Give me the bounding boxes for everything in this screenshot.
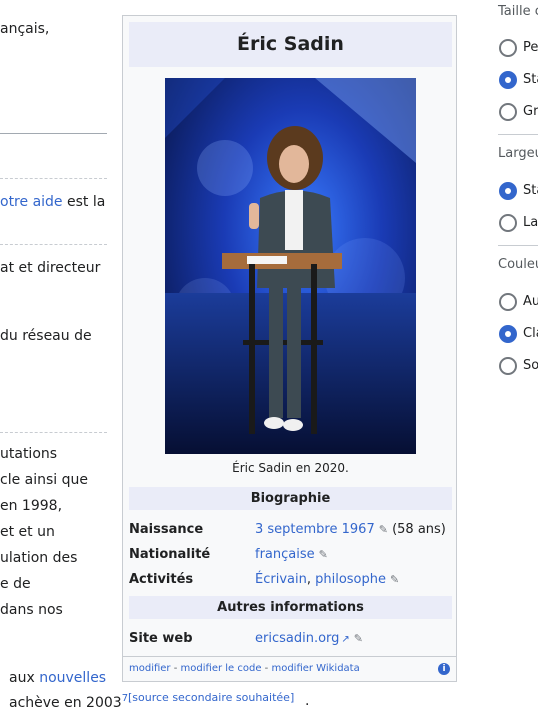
appearance-panel: Taille c Pe Sta Gr Largeu Sta La Couleu … (493, 0, 538, 714)
infobox-footer: modifier - modifier le code - modifier W… (123, 656, 456, 681)
pencil-icon[interactable]: ✎ (319, 548, 328, 561)
radio-button[interactable] (499, 214, 517, 232)
article-text: aux nouvelles (9, 670, 107, 686)
article-text: du réseau de (0, 328, 92, 344)
radio-button[interactable] (499, 39, 517, 57)
radio-button[interactable] (499, 103, 517, 121)
radio-button-selected[interactable] (499, 71, 517, 89)
naissance-value: 3 septembre 1967 ✎ (58 ans) (255, 522, 446, 537)
article-text: ançais, (0, 21, 50, 37)
article-text: en 1998, (0, 498, 63, 514)
divider (0, 244, 107, 245)
infobox: Éric Sadin Éric Sadin en 2020. Biographi… (122, 15, 457, 682)
modifier-code-link[interactable]: modifier le code (181, 663, 262, 674)
modifier-link[interactable]: modifier (129, 663, 171, 674)
couleur-heading: Couleu (498, 257, 538, 272)
panel-divider (498, 245, 538, 246)
section-divider (0, 133, 107, 134)
article-last-line: achève en 20037, [source secondaire souh… (9, 691, 310, 711)
section-header-biographie: Biographie (129, 487, 452, 510)
photo-caption: Éric Sadin en 2020. (232, 461, 349, 475)
aide-link[interactable]: otre aide (0, 194, 63, 210)
article-text: ulation des (0, 550, 78, 566)
largeur-heading: Largeu (498, 146, 538, 161)
infobox-title: Éric Sadin (129, 22, 452, 67)
radio-button[interactable] (499, 357, 517, 375)
article-text: dans nos (0, 602, 63, 618)
nationalite-label: Nationalité (129, 547, 211, 562)
philosophe-link[interactable]: philosophe (315, 572, 386, 587)
ecrivain-link[interactable]: Écrivain (255, 572, 307, 587)
birthdate-link[interactable]: 3 septembre 1967 (255, 522, 375, 537)
panel-divider (498, 134, 538, 135)
external-link-icon: ↗ (341, 634, 350, 645)
article-text: cle ainsi que (0, 472, 88, 488)
row-activites: Activités Écrivain, philosophe ✎ (129, 569, 452, 591)
activites-label: Activités (129, 572, 194, 587)
portrait-image (165, 78, 416, 454)
site-value: ericsadin.org ↗ ✎ (255, 628, 363, 651)
radio-button[interactable] (499, 293, 517, 311)
site-label: Site web (129, 631, 193, 646)
activites-value: Écrivain, philosophe ✎ (255, 572, 400, 587)
row-nationalite: Nationalité française ✎ (129, 544, 452, 566)
pencil-icon[interactable]: ✎ (390, 573, 399, 586)
divider (0, 432, 107, 433)
divider (0, 178, 107, 179)
pencil-icon[interactable]: ✎ (379, 523, 388, 536)
naissance-label: Naissance (129, 522, 204, 537)
article-text: et et un (0, 524, 55, 540)
infobox-photo[interactable] (165, 78, 416, 454)
row-site-web: Site web ericsadin.org ↗ ✎ (129, 628, 452, 650)
modifier-wikidata-link[interactable]: modifier Wikidata (271, 663, 359, 674)
source-needed-link[interactable]: [source secondaire souhaitée] (128, 691, 294, 704)
article-text: otre aide est la (0, 194, 106, 210)
article-body: ançais, otre aide est la at et directeur… (0, 0, 108, 714)
radio-button-selected[interactable] (499, 325, 517, 343)
taille-heading: Taille c (498, 4, 538, 19)
article-text: e de (0, 576, 31, 592)
info-icon[interactable]: i (438, 663, 450, 675)
website-link[interactable]: ericsadin.org (255, 631, 339, 646)
row-naissance: Naissance 3 septembre 1967 ✎ (58 ans) (129, 519, 452, 541)
article-text: utations (0, 446, 58, 462)
section-header-autres: Autres informations (129, 596, 452, 619)
nationalite-value: française ✎ (255, 544, 328, 566)
nationality-link[interactable]: française (255, 547, 315, 562)
pencil-icon[interactable]: ✎ (354, 632, 363, 645)
nouvelles-link[interactable]: nouvelles (39, 670, 106, 686)
radio-button-selected[interactable] (499, 182, 517, 200)
article-text: at et directeur (0, 260, 101, 276)
